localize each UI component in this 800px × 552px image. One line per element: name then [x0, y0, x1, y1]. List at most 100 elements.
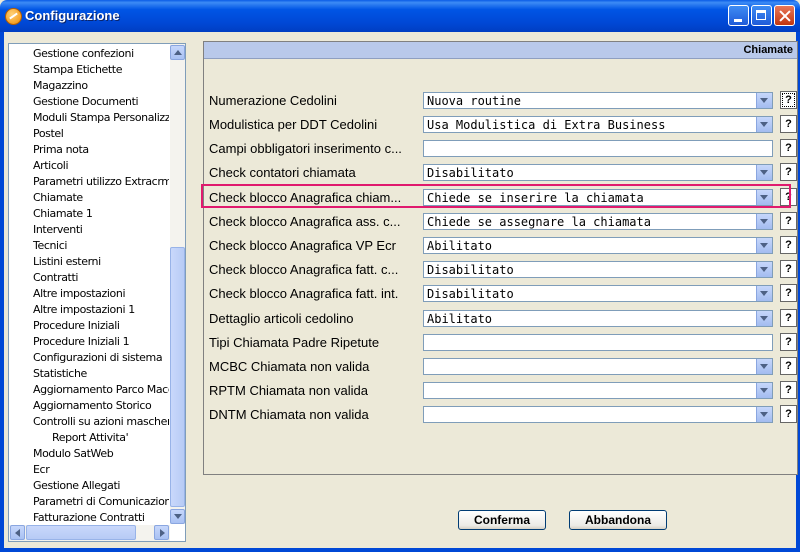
tree-item[interactable]: Tecnici — [33, 238, 67, 254]
help-button[interactable]: ? — [780, 260, 797, 278]
help-button[interactable]: ? — [780, 284, 797, 302]
field-value: Nuova routine — [427, 94, 521, 108]
help-button[interactable]: ? — [780, 333, 797, 351]
row-highlight — [201, 184, 791, 208]
tree-item[interactable]: Listini esterni — [33, 254, 101, 270]
setting-dropdown[interactable]: Abilitato — [423, 237, 773, 254]
tree-item[interactable]: Gestione Allegati — [33, 478, 120, 494]
tree-vertical-scrollbar[interactable] — [170, 44, 185, 524]
tree-item[interactable]: Fatturazione Contratti — [33, 510, 145, 524]
setting-dropdown[interactable]: Disabilitato — [423, 164, 773, 181]
setting-text-field[interactable] — [423, 334, 773, 351]
chevron-down-icon[interactable] — [756, 359, 772, 374]
tree-item[interactable]: Aggiornamento Parco Macch — [33, 382, 169, 398]
chevron-down-icon[interactable] — [756, 214, 772, 229]
tree-item[interactable]: Altre impostazioni — [33, 286, 126, 302]
scroll-right-button[interactable] — [154, 525, 169, 540]
chevron-down-icon[interactable] — [756, 407, 772, 422]
field-label: Check blocco Anagrafica fatt. c... — [209, 262, 399, 277]
chevron-down-icon[interactable] — [756, 383, 772, 398]
help-button[interactable]: ? — [780, 115, 797, 133]
field-value: Disabilitato — [427, 263, 514, 277]
setting-dropdown[interactable]: Abilitato — [423, 310, 773, 327]
setting-dropdown[interactable]: Nuova routine — [423, 92, 773, 109]
panel-title: Chiamate — [743, 44, 793, 56]
help-button[interactable]: ? — [780, 405, 797, 423]
tree-item[interactable]: Aggiornamento Storico — [33, 398, 152, 414]
chevron-down-icon[interactable] — [756, 93, 772, 108]
tree-item[interactable]: Prima nota — [33, 142, 89, 158]
tree-item[interactable]: Procedure Iniziali — [33, 318, 120, 334]
chevron-down-icon[interactable] — [756, 311, 772, 326]
chevron-down-icon[interactable] — [756, 286, 772, 301]
tree-item[interactable]: Parametri utilizzo Extracrm — [33, 174, 169, 190]
setting-dropdown[interactable] — [423, 358, 773, 375]
tree-item[interactable]: Gestione Documenti — [33, 94, 139, 110]
app-icon — [5, 8, 22, 25]
tree-item[interactable]: Postel — [33, 126, 64, 142]
chevron-down-icon[interactable] — [756, 165, 772, 180]
tree-horizontal-scrollbar[interactable] — [9, 525, 170, 541]
tree-item[interactable]: Configurazioni di sistema — [33, 350, 163, 366]
minimize-button[interactable] — [728, 5, 749, 26]
vertical-scroll-thumb[interactable] — [170, 247, 185, 507]
help-button[interactable]: ? — [780, 309, 797, 327]
tree-item[interactable]: Parametri di Comunicazione — [33, 494, 169, 510]
chevron-down-icon[interactable] — [756, 117, 772, 132]
setting-dropdown[interactable]: Disabilitato — [423, 285, 773, 302]
field-label: DNTM Chiamata non valida — [209, 407, 369, 422]
tree-item[interactable]: Gestione confezioni — [33, 46, 134, 62]
tree-item[interactable]: Stampa Etichette — [33, 62, 122, 78]
horizontal-scroll-thumb[interactable] — [26, 525, 136, 540]
scroll-down-button[interactable] — [170, 509, 185, 524]
field-label: RPTM Chiamata non valida — [209, 383, 368, 398]
config-tree: Gestione confezioni Stampa Etichette Magaz… — [8, 43, 186, 542]
tree-item[interactable]: Altre impostazioni 1 — [33, 302, 135, 318]
tree-item[interactable]: Interventi — [33, 222, 83, 238]
field-value: Abilitato — [427, 239, 493, 253]
scroll-up-button[interactable] — [170, 45, 185, 60]
tree-item[interactable]: Moduli Stampa Personalizzat — [33, 110, 169, 126]
help-button[interactable]: ? — [780, 381, 797, 399]
tree-item[interactable]: Statistiche — [33, 366, 87, 382]
tree-item[interactable]: Modulo SatWeb — [33, 446, 114, 462]
help-button[interactable]: ? — [780, 163, 797, 181]
tree-item[interactable]: Articoli — [33, 158, 69, 174]
panel-header: Chiamate — [204, 42, 797, 59]
chevron-up-icon — [174, 50, 182, 55]
cancel-button[interactable]: Abbandona — [569, 510, 667, 530]
setting-dropdown[interactable]: Chiede se assegnare la chiamata — [423, 213, 773, 230]
help-button[interactable]: ? — [780, 236, 797, 254]
field-label: Numerazione Cedolini — [209, 93, 337, 108]
maximize-button[interactable] — [751, 5, 772, 26]
tree-item[interactable]: Procedure Iniziali 1 — [33, 334, 130, 350]
close-button[interactable] — [774, 5, 795, 26]
setting-dropdown[interactable]: Disabilitato — [423, 261, 773, 278]
chevron-left-icon — [15, 529, 20, 537]
setting-dropdown[interactable] — [423, 382, 773, 399]
field-value: Abilitato — [427, 312, 493, 326]
confirm-button[interactable]: Conferma — [458, 510, 546, 530]
field-label: Tipi Chiamata Padre Ripetute — [209, 335, 380, 350]
tree-item[interactable]: Controlli su azioni maschere — [33, 414, 169, 430]
setting-dropdown[interactable] — [423, 406, 773, 423]
tree-item[interactable]: Contratti — [33, 270, 78, 286]
tree-item[interactable]: Ecr — [33, 462, 50, 478]
tree-item[interactable]: Chiamate 1 — [33, 206, 93, 222]
field-value: Chiede se assegnare la chiamata — [427, 215, 651, 229]
chevron-down-icon[interactable] — [756, 238, 772, 253]
tree-item[interactable]: Magazzino — [33, 78, 88, 94]
help-button[interactable]: ? — [780, 91, 797, 109]
window-frame-bottom — [0, 548, 800, 552]
tree-item[interactable]: Chiamate — [33, 190, 83, 206]
chevron-down-icon[interactable] — [756, 262, 772, 277]
help-button[interactable]: ? — [780, 139, 797, 157]
help-button[interactable]: ? — [780, 357, 797, 375]
help-button[interactable]: ? — [780, 212, 797, 230]
field-label: Check blocco Anagrafica fatt. int. — [209, 286, 399, 301]
setting-text-field[interactable] — [423, 140, 773, 157]
setting-dropdown[interactable]: Usa Modulistica di Extra Business — [423, 116, 773, 133]
field-value: Usa Modulistica di Extra Business — [427, 118, 666, 132]
tree-item[interactable]: Report Attivita' — [52, 430, 129, 446]
scroll-left-button[interactable] — [10, 525, 25, 540]
